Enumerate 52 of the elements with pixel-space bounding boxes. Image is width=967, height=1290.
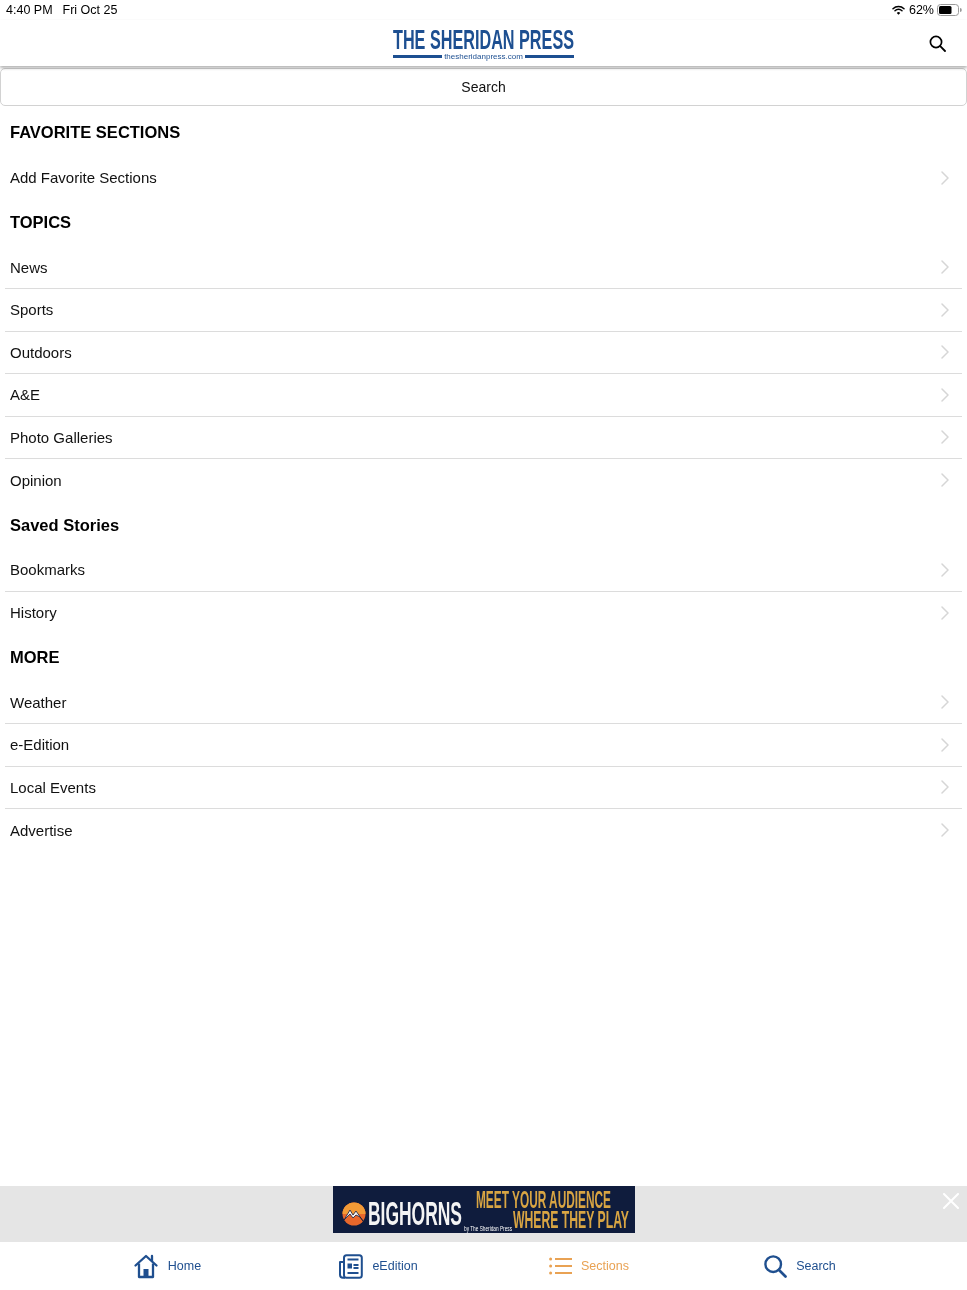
logo-url: thesheridanpress.com [444, 51, 523, 61]
search-icon[interactable] [929, 34, 946, 52]
chevron-icon [941, 387, 949, 402]
chevron-icon [941, 780, 949, 795]
status-date: Fri Oct 25 [62, 3, 118, 17]
menu-item[interactable]: Local Events [5, 766, 962, 809]
search-button[interactable]: Search [0, 68, 967, 106]
section-heading: MORE [10, 648, 60, 668]
ad-headline: MEET YOUR AUDIENCE [475, 1190, 611, 1210]
home-tab[interactable]: Home [61, 1242, 273, 1290]
chevron-icon [941, 737, 949, 752]
chevron-icon [941, 695, 949, 710]
menu-item[interactable]: Add Favorite Sections [5, 156, 962, 199]
menu-item[interactable]: Photo Galleries [5, 416, 962, 459]
chevron-icon [941, 345, 949, 360]
chevron-icon [941, 430, 949, 445]
section-heading: FAVORITE SECTIONS [10, 123, 181, 143]
chevron-icon [941, 170, 949, 185]
chevron-icon [941, 473, 949, 488]
menu-item[interactable]: Opinion [5, 459, 962, 502]
edition-tab[interactable]: eEdition [272, 1242, 484, 1290]
list-icon [549, 1257, 572, 1275]
chevron-icon [941, 260, 949, 275]
search-icon [764, 1254, 788, 1278]
ad-byline: by The Sheridan Press [463, 1224, 512, 1233]
menu-item[interactable]: News [5, 246, 962, 289]
chevron-icon [941, 823, 949, 838]
search-tab[interactable]: Search [694, 1242, 906, 1290]
ad-brand-text: BIGHORNS [367, 1201, 462, 1227]
section-heading: TOPICS [10, 213, 72, 233]
menu-item[interactable]: Sports [5, 289, 962, 332]
newspaper-icon [338, 1253, 364, 1279]
menu-item[interactable]: Advertise [5, 809, 962, 852]
status-time: 4:40 PM [6, 3, 53, 17]
menu-item[interactable]: History [5, 591, 962, 634]
logo-title: THE SHERIDAN PRESS [393, 27, 574, 52]
section-heading: Saved Stories [10, 515, 120, 535]
menu-item[interactable]: Weather [5, 681, 962, 724]
menu-item[interactable]: Outdoors [5, 331, 962, 374]
mountain-logo-icon [341, 1202, 366, 1226]
menu-item[interactable]: e-Edition [5, 724, 962, 767]
menu-item[interactable]: Bookmarks [5, 549, 962, 592]
chevron-icon [941, 302, 949, 317]
battery-percent: 62% [908, 3, 934, 17]
chevron-icon [941, 605, 949, 620]
chevron-icon [941, 562, 949, 577]
home-icon [132, 1253, 159, 1279]
newspaper-logo[interactable]: THE SHERIDAN PRESS thesheridanpress.com [393, 25, 574, 61]
ad-headline: WHERE THEY PLAY [512, 1210, 629, 1230]
wifi-icon [891, 5, 905, 15]
battery-icon [937, 4, 962, 16]
menu-item[interactable]: A&E [5, 374, 962, 417]
